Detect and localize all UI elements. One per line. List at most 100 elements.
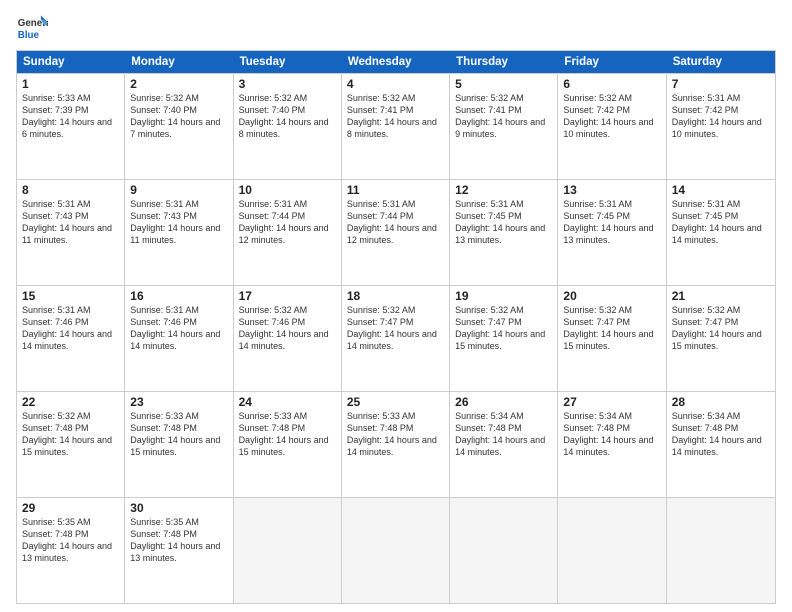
page-header: General Blue [16,12,776,44]
header-day-tuesday: Tuesday [234,51,342,73]
day-info: Sunrise: 5:34 AMSunset: 7:48 PMDaylight:… [455,410,552,459]
logo: General Blue [16,12,48,44]
day-info: Sunrise: 5:32 AMSunset: 7:41 PMDaylight:… [455,92,552,141]
day-number: 13 [563,183,660,197]
day-info: Sunrise: 5:31 AMSunset: 7:43 PMDaylight:… [22,198,119,247]
calendar-cell [450,498,558,603]
calendar-cell: 4Sunrise: 5:32 AMSunset: 7:41 PMDaylight… [342,74,450,179]
day-info: Sunrise: 5:34 AMSunset: 7:48 PMDaylight:… [563,410,660,459]
calendar-cell: 27Sunrise: 5:34 AMSunset: 7:48 PMDayligh… [558,392,666,497]
calendar-cell: 5Sunrise: 5:32 AMSunset: 7:41 PMDaylight… [450,74,558,179]
day-number: 17 [239,289,336,303]
calendar-cell: 29Sunrise: 5:35 AMSunset: 7:48 PMDayligh… [17,498,125,603]
day-number: 29 [22,501,119,515]
day-info: Sunrise: 5:35 AMSunset: 7:48 PMDaylight:… [22,516,119,565]
calendar-cell: 21Sunrise: 5:32 AMSunset: 7:47 PMDayligh… [667,286,775,391]
day-number: 22 [22,395,119,409]
day-number: 11 [347,183,444,197]
calendar-cell: 19Sunrise: 5:32 AMSunset: 7:47 PMDayligh… [450,286,558,391]
calendar-cell: 28Sunrise: 5:34 AMSunset: 7:48 PMDayligh… [667,392,775,497]
day-number: 9 [130,183,227,197]
day-info: Sunrise: 5:33 AMSunset: 7:48 PMDaylight:… [347,410,444,459]
day-info: Sunrise: 5:31 AMSunset: 7:45 PMDaylight:… [563,198,660,247]
day-number: 16 [130,289,227,303]
day-number: 24 [239,395,336,409]
day-number: 28 [672,395,770,409]
day-number: 30 [130,501,227,515]
day-info: Sunrise: 5:32 AMSunset: 7:47 PMDaylight:… [455,304,552,353]
calendar-cell: 11Sunrise: 5:31 AMSunset: 7:44 PMDayligh… [342,180,450,285]
calendar-cell: 9Sunrise: 5:31 AMSunset: 7:43 PMDaylight… [125,180,233,285]
day-info: Sunrise: 5:31 AMSunset: 7:43 PMDaylight:… [130,198,227,247]
calendar-cell: 18Sunrise: 5:32 AMSunset: 7:47 PMDayligh… [342,286,450,391]
header-day-sunday: Sunday [17,51,125,73]
day-number: 18 [347,289,444,303]
day-info: Sunrise: 5:32 AMSunset: 7:40 PMDaylight:… [239,92,336,141]
calendar-cell: 16Sunrise: 5:31 AMSunset: 7:46 PMDayligh… [125,286,233,391]
day-number: 19 [455,289,552,303]
day-info: Sunrise: 5:32 AMSunset: 7:47 PMDaylight:… [563,304,660,353]
calendar-cell: 24Sunrise: 5:33 AMSunset: 7:48 PMDayligh… [234,392,342,497]
day-info: Sunrise: 5:31 AMSunset: 7:42 PMDaylight:… [672,92,770,141]
calendar-row-2: 8Sunrise: 5:31 AMSunset: 7:43 PMDaylight… [17,179,775,285]
svg-text:Blue: Blue [18,30,40,41]
day-info: Sunrise: 5:32 AMSunset: 7:48 PMDaylight:… [22,410,119,459]
day-number: 20 [563,289,660,303]
day-info: Sunrise: 5:32 AMSunset: 7:42 PMDaylight:… [563,92,660,141]
day-info: Sunrise: 5:35 AMSunset: 7:48 PMDaylight:… [130,516,227,565]
day-info: Sunrise: 5:31 AMSunset: 7:44 PMDaylight:… [347,198,444,247]
calendar-cell: 1Sunrise: 5:33 AMSunset: 7:39 PMDaylight… [17,74,125,179]
calendar-cell: 17Sunrise: 5:32 AMSunset: 7:46 PMDayligh… [234,286,342,391]
day-info: Sunrise: 5:33 AMSunset: 7:39 PMDaylight:… [22,92,119,141]
calendar-cell: 12Sunrise: 5:31 AMSunset: 7:45 PMDayligh… [450,180,558,285]
day-number: 25 [347,395,444,409]
header-day-wednesday: Wednesday [342,51,450,73]
calendar-body: 1Sunrise: 5:33 AMSunset: 7:39 PMDaylight… [17,73,775,603]
day-number: 14 [672,183,770,197]
day-info: Sunrise: 5:32 AMSunset: 7:41 PMDaylight:… [347,92,444,141]
day-number: 8 [22,183,119,197]
calendar-cell: 8Sunrise: 5:31 AMSunset: 7:43 PMDaylight… [17,180,125,285]
day-number: 4 [347,77,444,91]
day-number: 21 [672,289,770,303]
calendar-cell: 2Sunrise: 5:32 AMSunset: 7:40 PMDaylight… [125,74,233,179]
calendar-cell [667,498,775,603]
day-number: 15 [22,289,119,303]
day-info: Sunrise: 5:33 AMSunset: 7:48 PMDaylight:… [239,410,336,459]
logo-icon: General Blue [16,12,48,44]
calendar-cell: 13Sunrise: 5:31 AMSunset: 7:45 PMDayligh… [558,180,666,285]
day-info: Sunrise: 5:31 AMSunset: 7:45 PMDaylight:… [672,198,770,247]
day-number: 23 [130,395,227,409]
header-day-friday: Friday [558,51,666,73]
day-number: 3 [239,77,336,91]
calendar-cell: 22Sunrise: 5:32 AMSunset: 7:48 PMDayligh… [17,392,125,497]
day-number: 7 [672,77,770,91]
calendar-cell [342,498,450,603]
calendar-cell: 14Sunrise: 5:31 AMSunset: 7:45 PMDayligh… [667,180,775,285]
day-info: Sunrise: 5:32 AMSunset: 7:47 PMDaylight:… [672,304,770,353]
day-number: 2 [130,77,227,91]
day-number: 6 [563,77,660,91]
day-info: Sunrise: 5:32 AMSunset: 7:46 PMDaylight:… [239,304,336,353]
day-info: Sunrise: 5:32 AMSunset: 7:40 PMDaylight:… [130,92,227,141]
calendar-cell [234,498,342,603]
day-number: 5 [455,77,552,91]
day-info: Sunrise: 5:31 AMSunset: 7:44 PMDaylight:… [239,198,336,247]
calendar-cell: 30Sunrise: 5:35 AMSunset: 7:48 PMDayligh… [125,498,233,603]
day-number: 1 [22,77,119,91]
header-day-thursday: Thursday [450,51,558,73]
calendar-cell [558,498,666,603]
day-number: 26 [455,395,552,409]
day-info: Sunrise: 5:31 AMSunset: 7:46 PMDaylight:… [22,304,119,353]
calendar-cell: 3Sunrise: 5:32 AMSunset: 7:40 PMDaylight… [234,74,342,179]
calendar-cell: 10Sunrise: 5:31 AMSunset: 7:44 PMDayligh… [234,180,342,285]
day-number: 27 [563,395,660,409]
day-info: Sunrise: 5:33 AMSunset: 7:48 PMDaylight:… [130,410,227,459]
calendar-cell: 7Sunrise: 5:31 AMSunset: 7:42 PMDaylight… [667,74,775,179]
header-day-monday: Monday [125,51,233,73]
calendar-row-1: 1Sunrise: 5:33 AMSunset: 7:39 PMDaylight… [17,73,775,179]
day-number: 12 [455,183,552,197]
calendar-cell: 6Sunrise: 5:32 AMSunset: 7:42 PMDaylight… [558,74,666,179]
day-number: 10 [239,183,336,197]
calendar: SundayMondayTuesdayWednesdayThursdayFrid… [16,50,776,604]
